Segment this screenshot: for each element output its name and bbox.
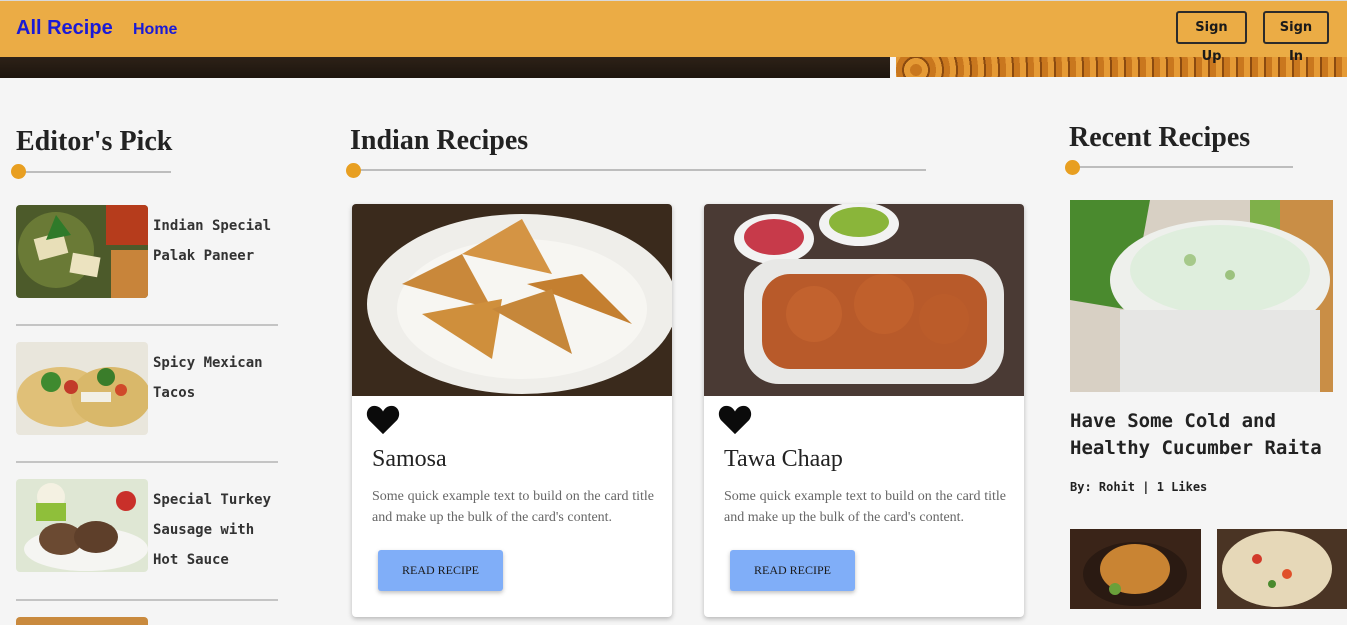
divider xyxy=(16,461,278,463)
card-title: Samosa xyxy=(372,446,447,472)
pick-item-title: Spicy Mexican Tacos xyxy=(153,355,263,401)
pick-item-partial[interactable] xyxy=(16,617,278,625)
heart-icon[interactable] xyxy=(718,404,752,436)
pick-item-title: Indian Special Palak Paneer xyxy=(153,218,272,264)
signup-button[interactable]: Sign Up xyxy=(1176,11,1247,64)
pick-item-mexican-tacos[interactable]: Spicy Mexican Tacos xyxy=(16,342,278,435)
divider xyxy=(16,599,278,601)
recent-recipes-heading: Recent Recipes xyxy=(1069,122,1251,153)
noodles-image[interactable] xyxy=(1217,529,1347,609)
pick-item-turkey-sausage[interactable]: Special Turkey Sausage with Hot Sauce xyxy=(16,479,278,572)
indian-recipes-dot xyxy=(346,163,361,178)
recent-featured-title[interactable]: Have Some Cold and Healthy Cucumber Rait… xyxy=(1070,408,1340,462)
card-text: Some quick example text to build on the … xyxy=(372,489,654,525)
divider xyxy=(16,324,278,326)
signin-button[interactable]: Sign In xyxy=(1263,11,1329,64)
card-text: Some quick example text to build on the … xyxy=(724,489,1006,525)
partial-image xyxy=(16,617,148,625)
indian-recipes-underline xyxy=(352,169,926,171)
card-title: Tawa Chaap xyxy=(724,446,843,472)
heart-icon[interactable] xyxy=(366,404,400,436)
read-recipe-button[interactable]: Read Recipe xyxy=(378,550,503,591)
turkey-sausage-image xyxy=(16,479,148,572)
roast-chicken-image[interactable] xyxy=(1070,529,1201,609)
pick-item-palak-paneer[interactable]: Indian Special Palak Paneer xyxy=(16,205,278,298)
tacos-image xyxy=(16,342,148,435)
pick-item-title: Special Turkey Sausage with Hot Sauce xyxy=(153,492,272,568)
navbar: All Recipe Home Sign Up Sign In xyxy=(0,0,1347,64)
palak-paneer-image xyxy=(16,205,148,298)
cucumber-raita-image[interactable] xyxy=(1070,200,1333,392)
indian-recipes-heading: Indian Recipes xyxy=(350,125,529,156)
recent-featured-meta: By: Rohit | 1 Likes xyxy=(1070,480,1208,494)
nav-home-link[interactable]: Home xyxy=(133,21,177,39)
editors-pick-underline xyxy=(18,171,171,173)
editors-pick-dot xyxy=(11,164,26,179)
recent-recipes-underline xyxy=(1071,166,1293,168)
recipe-card-tawa-chaap: Tawa Chaap Some quick example text to bu… xyxy=(704,204,1024,617)
recipe-card-samosa: Samosa Some quick example text to build … xyxy=(352,204,672,617)
tawa-chaap-image xyxy=(704,204,1024,396)
samosa-image xyxy=(352,204,672,396)
editors-pick-heading: Editor's Pick xyxy=(16,126,173,157)
recent-recipes-dot xyxy=(1065,160,1080,175)
brand-link[interactable]: All Recipe xyxy=(16,17,113,40)
read-recipe-button[interactable]: Read Recipe xyxy=(730,550,855,591)
